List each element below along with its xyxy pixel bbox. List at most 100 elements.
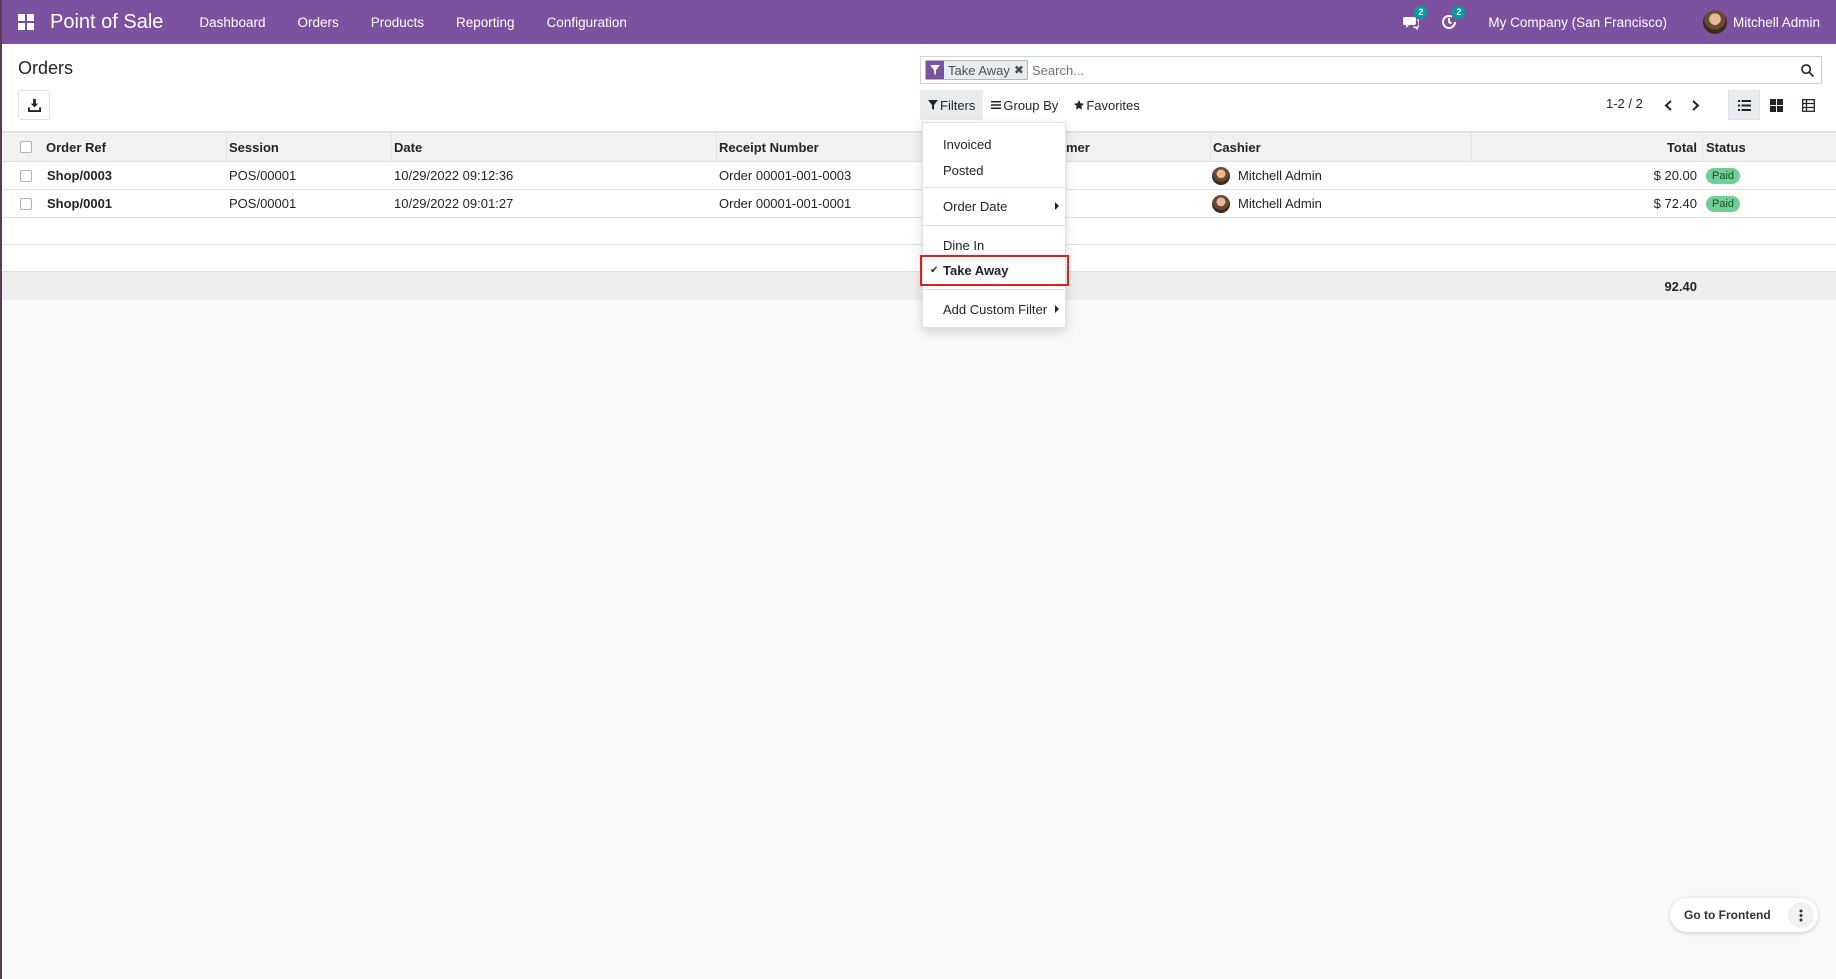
cashier-avatar: [1212, 166, 1230, 185]
status-badge: Paid: [1706, 195, 1741, 212]
filter-posted[interactable]: Posted: [923, 157, 1067, 183]
filter-icon: [926, 61, 944, 79]
dropdown-divider: [923, 289, 1067, 290]
kanban-icon: [1769, 98, 1783, 112]
column-customer[interactable]: mer: [1066, 133, 1090, 161]
filters-label: Filters: [940, 97, 976, 113]
column-session[interactable]: Session: [226, 133, 279, 161]
empty-row: [2, 218, 1836, 245]
cashier: Mitchell Admin: [1212, 190, 1322, 217]
app-brand[interactable]: Point of Sale: [50, 11, 163, 34]
footer-total: 92.40: [1664, 278, 1697, 294]
view-switcher: [1728, 90, 1824, 120]
cashier-name: Mitchell Admin: [1238, 196, 1322, 211]
filters-dropdown: Invoiced Posted Order Date Dine In ✔ Tak…: [922, 122, 1067, 328]
dropdown-divider: [923, 225, 1067, 226]
orders-list: Order Ref Session Date Receipt Number me…: [2, 132, 1836, 300]
session: POS/00001: [229, 168, 297, 183]
menu-reporting[interactable]: Reporting: [440, 0, 531, 44]
cashier-name: Mitchell Admin: [1238, 168, 1322, 183]
search-bar: Take Away ✖: [920, 56, 1822, 84]
table-footer-row: 92.40: [2, 272, 1836, 300]
menu-configuration[interactable]: Configuration: [531, 0, 643, 44]
more-options-button[interactable]: [1788, 902, 1814, 928]
list-icon: [1737, 99, 1751, 111]
cashier-avatar: [1212, 194, 1230, 213]
favorites-label: Favorites: [1086, 97, 1140, 113]
status: Paid: [1706, 162, 1741, 189]
download-icon: [27, 98, 41, 112]
total: $ 20.00: [1653, 168, 1697, 183]
group-by-toggle[interactable]: Group By: [983, 90, 1066, 120]
column-total[interactable]: Total: [1471, 133, 1697, 161]
pager-value[interactable]: 1-2 / 2: [1606, 96, 1643, 111]
session: POS/00001: [229, 196, 297, 211]
total: $ 72.40: [1653, 196, 1697, 211]
column-receipt-number[interactable]: Receipt Number: [716, 133, 819, 161]
cashier: Mitchell Admin: [1212, 162, 1322, 189]
messaging-button[interactable]: 2: [1392, 6, 1430, 30]
menu-orders[interactable]: Orders: [281, 0, 354, 44]
bars-icon: [991, 101, 1002, 109]
control-panel: Orders Take Away ✖ Filters Group By Favo…: [2, 44, 1836, 132]
pager-next[interactable]: [1687, 96, 1703, 114]
search-input[interactable]: [1027, 62, 1793, 78]
row-checkbox[interactable]: [20, 162, 32, 189]
caret-right-icon: [1055, 305, 1059, 313]
star-icon: [1074, 100, 1085, 110]
table-header-row: Order Ref Session Date Receipt Number me…: [2, 132, 1836, 162]
chevron-right-icon: [1691, 99, 1699, 111]
top-navbar: Point of Sale Dashboard Orders Products …: [2, 0, 1836, 44]
user-menu[interactable]: Mitchell Admin: [1702, 10, 1836, 34]
user-name: Mitchell Admin: [1732, 14, 1820, 30]
export-button[interactable]: [18, 90, 50, 120]
page-title[interactable]: Orders: [18, 58, 73, 79]
menu-dashboard[interactable]: Dashboard: [183, 0, 281, 44]
go-to-frontend-widget: Go to Frontend: [1670, 898, 1818, 932]
column-order-ref[interactable]: Order Ref: [46, 133, 106, 161]
filter-invoiced[interactable]: Invoiced: [923, 131, 1067, 157]
row-checkbox[interactable]: [20, 190, 32, 217]
receipt-number: Order 00001-001-0003: [719, 168, 852, 183]
pivot-view-button[interactable]: [1792, 90, 1824, 120]
list-view-button[interactable]: [1728, 90, 1760, 120]
facet-label: Take Away: [948, 62, 1010, 78]
apps-menu-icon[interactable]: [2, 0, 50, 44]
column-cashier[interactable]: Cashier: [1210, 133, 1261, 161]
selection-highlight: [920, 255, 1069, 286]
caret-right-icon: [1055, 202, 1059, 210]
order-ref: Shop/0001: [47, 196, 113, 211]
table-icon: [1801, 98, 1815, 112]
company-switcher[interactable]: My Company (San Francisco): [1468, 15, 1703, 30]
messages-count-badge: 2: [1414, 6, 1428, 19]
add-custom-filter-label: Add Custom Filter: [943, 301, 1048, 317]
activities-button[interactable]: 2: [1430, 6, 1468, 30]
favorites-toggle[interactable]: Favorites: [1066, 90, 1147, 120]
filter-order-date[interactable]: Order Date: [923, 193, 1067, 219]
status-badge: Paid: [1706, 167, 1741, 184]
status: Paid: [1706, 190, 1741, 217]
search-facet-take-away[interactable]: Take Away ✖: [925, 60, 1028, 80]
select-all-checkbox[interactable]: [20, 133, 34, 161]
table-row[interactable]: Shop/0001 POS/00001 10/29/2022 09:01:27 …: [2, 190, 1836, 218]
pager-previous[interactable]: [1660, 96, 1676, 114]
dropdown-divider: [923, 187, 1067, 188]
order-ref: Shop/0003: [47, 168, 113, 183]
column-date[interactable]: Date: [391, 133, 422, 161]
filters-toggle[interactable]: Filters: [920, 90, 984, 120]
facet-remove-icon[interactable]: ✖: [1014, 63, 1027, 77]
date: 10/29/2022 09:01:27: [394, 196, 514, 211]
go-to-frontend-button[interactable]: Go to Frontend: [1670, 908, 1788, 922]
menu-products[interactable]: Products: [355, 0, 440, 44]
user-avatar: [1702, 10, 1727, 34]
column-status[interactable]: Status: [1702, 133, 1746, 161]
date: 10/29/2022 09:12:36: [394, 168, 514, 183]
receipt-number: Order 00001-001-0001: [719, 196, 852, 211]
filter-order-date-label: Order Date: [943, 198, 1008, 214]
group-by-label: Group By: [1003, 97, 1059, 113]
search-icon[interactable]: [1793, 63, 1821, 77]
kanban-view-button[interactable]: [1760, 90, 1792, 120]
table-row[interactable]: Shop/0003 POS/00001 10/29/2022 09:12:36 …: [2, 162, 1836, 190]
add-custom-filter[interactable]: Add Custom Filter: [923, 296, 1067, 322]
chevron-left-icon: [1664, 99, 1672, 111]
